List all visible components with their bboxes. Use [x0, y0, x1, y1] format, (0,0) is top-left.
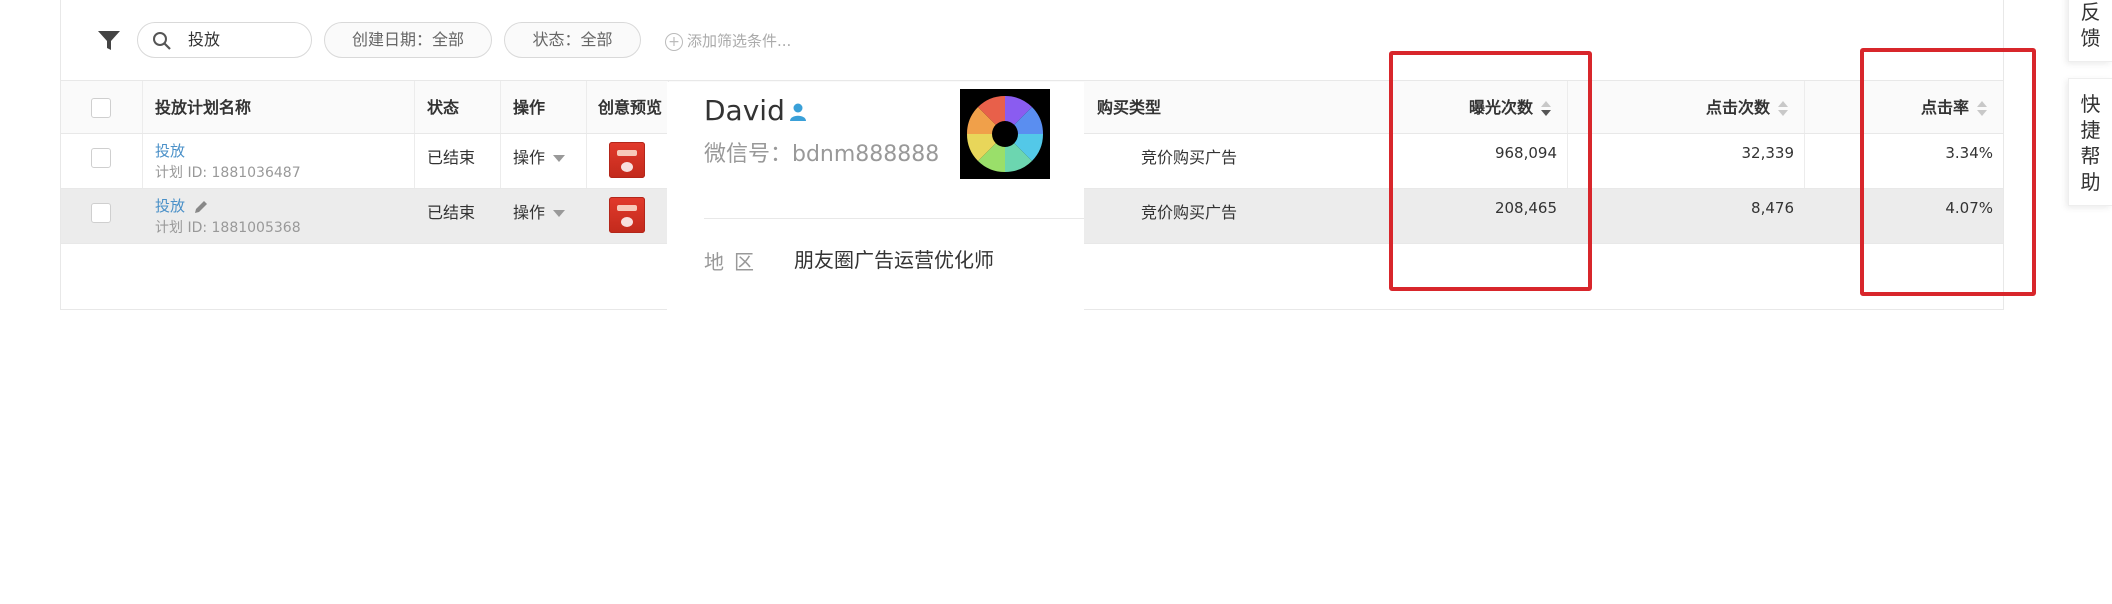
search-input[interactable]: 投放 — [137, 22, 312, 58]
plus-circle-icon: + — [665, 32, 683, 51]
highlight-box-impressions — [1389, 51, 1592, 291]
clicks-value: 8,476 — [1751, 199, 1794, 217]
edit-pencil-icon[interactable] — [193, 199, 209, 215]
col-header-creative: 创意预览 — [587, 81, 669, 133]
person-icon — [789, 103, 806, 121]
filter-icon[interactable] — [97, 30, 121, 52]
action-dropdown-label: 操作 — [513, 203, 546, 222]
clicks-value: 32,339 — [1741, 144, 1795, 162]
profile-card: David 微信号：bdnm888888 地区 朋友圈广告运营优化师 — [667, 82, 1084, 312]
feedback-char: 反 — [2080, 0, 2101, 24]
help-char: 帮 — [2080, 144, 2101, 168]
card-divider — [704, 218, 1084, 219]
status-text: 已结束 — [427, 148, 476, 167]
profile-name: David — [704, 94, 785, 127]
add-filter-label: 添加筛选条件... — [687, 32, 792, 50]
action-dropdown[interactable]: 操作 — [513, 144, 566, 168]
filter-bar: 投放 创建日期：全部 状态：全部 + 添加筛选条件... — [61, 0, 2003, 80]
status-text: 已结束 — [427, 203, 476, 222]
help-char: 助 — [2080, 170, 2101, 194]
plan-name-text: 投放 — [155, 197, 186, 215]
region-label: 地区 — [704, 250, 764, 274]
sort-icon[interactable] — [1778, 100, 1788, 117]
plan-name-link[interactable]: 投放 — [155, 195, 209, 216]
select-all-checkbox[interactable] — [91, 98, 111, 118]
col-header-name: 投放计划名称 — [143, 81, 415, 133]
highlight-box-ctr — [1860, 48, 2036, 296]
row-checkbox[interactable] — [91, 203, 111, 223]
col-header-action: 操作 — [501, 81, 587, 133]
search-value: 投放 — [188, 30, 221, 49]
plan-id: 计划 ID: 1881036487 — [155, 165, 301, 181]
plan-id: 计划 ID: 1881005368 — [155, 220, 301, 236]
date-filter-pill[interactable]: 创建日期：全部 — [324, 22, 492, 58]
help-char: 捷 — [2080, 118, 2101, 142]
region-value: 朋友圈广告运营优化师 — [794, 248, 994, 272]
creative-thumbnail[interactable] — [609, 142, 645, 178]
add-filter-condition[interactable]: + 添加筛选条件... — [665, 30, 791, 52]
quick-help-tab[interactable]: 快 捷 帮 助 — [2068, 78, 2112, 206]
status-filter-pill[interactable]: 状态：全部 — [504, 22, 641, 58]
plan-name-link[interactable]: 投放 — [155, 140, 185, 161]
clicks-header-label: 点击次数 — [1705, 98, 1770, 117]
feedback-char: 馈 — [2080, 26, 2101, 50]
col-header-clicks[interactable]: 点击次数 — [1568, 81, 1805, 133]
buy-type-text: 竞价购买广告 — [1141, 148, 1238, 167]
action-dropdown-label: 操作 — [513, 148, 546, 167]
row-checkbox[interactable] — [91, 148, 111, 168]
caret-down-icon — [553, 155, 566, 162]
caret-down-icon — [553, 210, 566, 217]
creative-thumbnail[interactable] — [609, 197, 645, 233]
feedback-tab[interactable]: 反 馈 — [2068, 0, 2112, 62]
action-dropdown[interactable]: 操作 — [513, 199, 566, 223]
buy-type-text: 竞价购买广告 — [1141, 203, 1238, 222]
aperture-logo-icon — [960, 89, 1050, 179]
help-char: 快 — [2080, 92, 2101, 116]
profile-wechat-id: 微信号：bdnm888888 — [704, 142, 940, 167]
col-header-status: 状态 — [415, 81, 501, 133]
search-icon — [153, 32, 171, 50]
